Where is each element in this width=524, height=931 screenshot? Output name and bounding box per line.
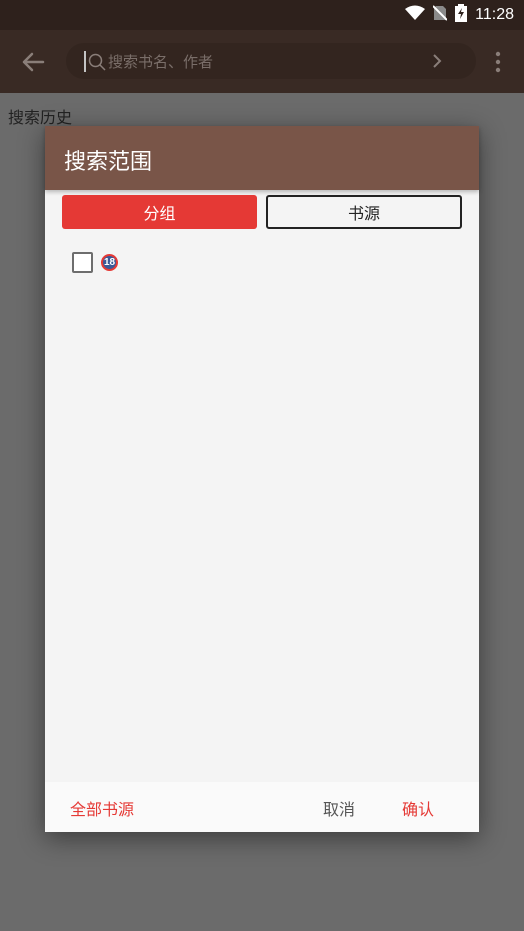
cancel-button[interactable]: 取消 [323,796,355,820]
search-history-label: 搜索历史 [8,108,73,127]
search-placeholder: 搜索书名、作者 [108,53,214,71]
18-badge-icon: 18 [101,254,118,271]
status-time: 11:28 [475,6,514,23]
dialog-footer: 全部书源 取消 确认 [45,782,479,832]
arrow-left-icon [18,52,48,80]
chevron-right-icon [433,54,442,68]
dialog-header: 搜索范围 [45,126,479,190]
status-bar: 11:28 [0,0,524,30]
more-vertical-icon [495,51,501,73]
all-sources-button[interactable]: 全部书源 [70,796,134,820]
dialog-title: 搜索范围 [64,150,153,175]
search-input[interactable]: 搜索书名、作者 [66,43,476,79]
back-button[interactable] [18,48,48,76]
no-sim-icon [432,5,448,25]
toolbar: 搜索书名、作者 [0,30,524,93]
group-checkbox-row[interactable]: 18 [72,252,118,273]
battery-charging-icon [455,4,468,26]
group-checkbox[interactable] [72,252,93,273]
tab-group[interactable]: 分组 [62,195,257,229]
search-icon [88,53,106,75]
text-cursor [84,51,86,72]
confirm-button[interactable]: 确认 [402,796,434,820]
tab-source[interactable]: 书源 [266,195,462,229]
more-menu-button[interactable] [490,50,506,74]
search-submit-button[interactable] [430,52,444,74]
search-scope-dialog: 搜索范围 分组 书源 18 全部书源 取消 确认 [45,126,479,832]
wifi-icon [405,5,426,25]
status-icons: 11:28 [405,4,514,26]
